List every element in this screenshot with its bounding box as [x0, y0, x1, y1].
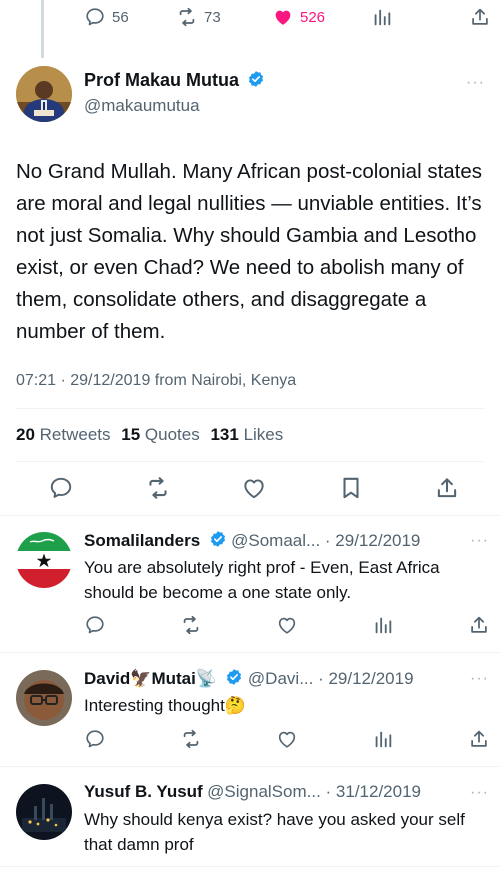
- divider: [16, 408, 484, 409]
- author-name[interactable]: Prof Makau Mutua: [84, 70, 239, 90]
- divider: [0, 515, 500, 516]
- reply-button[interactable]: [84, 728, 106, 750]
- retweet-button[interactable]: [180, 728, 202, 750]
- analytics-icon: [371, 6, 393, 28]
- retweets-label: Retweets: [39, 425, 111, 444]
- top-retweet-button[interactable]: 73: [176, 6, 221, 28]
- top-retweet-count: 73: [204, 8, 221, 26]
- bookmark-button[interactable]: [338, 475, 364, 501]
- reply-avatar[interactable]: [16, 784, 72, 840]
- divider: [0, 766, 500, 767]
- author-name-row: Prof Makau Mutua: [84, 70, 265, 91]
- reply-text: Interesting thought🤔: [84, 696, 246, 715]
- divider: [0, 652, 500, 653]
- retweets-count: 20: [16, 425, 35, 444]
- retweet-icon: [176, 6, 198, 28]
- more-options-icon[interactable]: ···: [466, 74, 485, 92]
- divider: [16, 461, 484, 462]
- likes-label: Likes: [243, 425, 284, 444]
- divider: [0, 866, 500, 867]
- reply-author-name[interactable]: Yusuf B. Yusuf: [84, 782, 203, 801]
- reply-actions: [84, 728, 490, 750]
- verified-badge-icon: [247, 70, 265, 88]
- reply-header: Somalilanders @Somaal... · 29/12/2019: [84, 530, 484, 551]
- analytics-button[interactable]: [372, 614, 394, 636]
- share-button[interactable]: [434, 475, 460, 501]
- retweet-button[interactable]: [145, 475, 171, 501]
- top-reply-button[interactable]: 56: [84, 6, 129, 28]
- reply-actions: [84, 614, 490, 636]
- top-like-button[interactable]: 526: [272, 6, 325, 28]
- top-analytics-button[interactable]: [371, 6, 393, 28]
- quotes-stat[interactable]: 15 Quotes: [121, 425, 204, 444]
- reply-avatar[interactable]: [16, 532, 72, 588]
- reply-header: Yusuf B. Yusuf @SignalSom... · 31/12/201…: [84, 782, 484, 802]
- reply-handle-date[interactable]: @Somaal... · 29/12/2019: [231, 531, 420, 550]
- analytics-button[interactable]: [372, 728, 394, 750]
- reply-handle-date[interactable]: @SignalSom... · 31/12/2019: [207, 782, 421, 801]
- quotes-label: Quotes: [144, 425, 200, 444]
- author-avatar[interactable]: [16, 66, 72, 122]
- reply-text: Why should kenya exist? have you asked y…: [84, 810, 465, 854]
- share-icon: [469, 6, 491, 28]
- likes-count: 131: [210, 425, 239, 444]
- reply-icon: [84, 6, 106, 28]
- more-options-icon[interactable]: ···: [470, 532, 489, 550]
- verified-badge-icon: [225, 668, 243, 686]
- tweet-text: No Grand Mullah. Many African post-colon…: [16, 160, 483, 343]
- author-handle[interactable]: @makaumutua: [84, 96, 200, 116]
- share-button[interactable]: [468, 614, 490, 636]
- verified-badge-icon: [209, 530, 227, 548]
- top-like-count: 526: [300, 8, 326, 26]
- reply-button[interactable]: [48, 475, 74, 501]
- share-button[interactable]: [468, 728, 490, 750]
- reply-button[interactable]: [84, 614, 106, 636]
- quotes-count: 15: [121, 425, 141, 444]
- reply-handle-date[interactable]: @Davi... · 29/12/2019: [248, 669, 414, 688]
- reply-author-name[interactable]: Somalilanders: [84, 531, 200, 550]
- top-reply-count: 56: [112, 8, 129, 26]
- more-options-icon[interactable]: ···: [470, 784, 489, 802]
- tweet-stats: 20 Retweets 15 Quotes 131 Likes: [16, 425, 283, 445]
- retweets-stat[interactable]: 20 Retweets: [16, 425, 115, 444]
- more-options-icon[interactable]: ···: [470, 670, 489, 688]
- top-share-button[interactable]: [469, 6, 491, 28]
- retweet-button[interactable]: [180, 614, 202, 636]
- tweet-timestamp[interactable]: 07:21 · 29/12/2019 from Nairobi, Kenya: [16, 372, 296, 390]
- reply-avatar[interactable]: [16, 670, 72, 726]
- reply-text: You are absolutely right prof - Even, Ea…: [84, 558, 440, 602]
- top-action-bar: 56 73 526: [84, 6, 494, 34]
- like-button[interactable]: [276, 728, 298, 750]
- thread-line: [41, 0, 44, 58]
- like-button[interactable]: [241, 475, 267, 501]
- like-button[interactable]: [276, 614, 298, 636]
- main-action-bar: [48, 474, 460, 502]
- reply-author-name[interactable]: David🦅Mutai📡: [84, 669, 217, 688]
- heart-filled-icon: [272, 6, 294, 28]
- reply-header: David🦅Mutai📡 @Davi... · 29/12/2019: [84, 668, 484, 689]
- likes-stat[interactable]: 131 Likes: [210, 425, 283, 444]
